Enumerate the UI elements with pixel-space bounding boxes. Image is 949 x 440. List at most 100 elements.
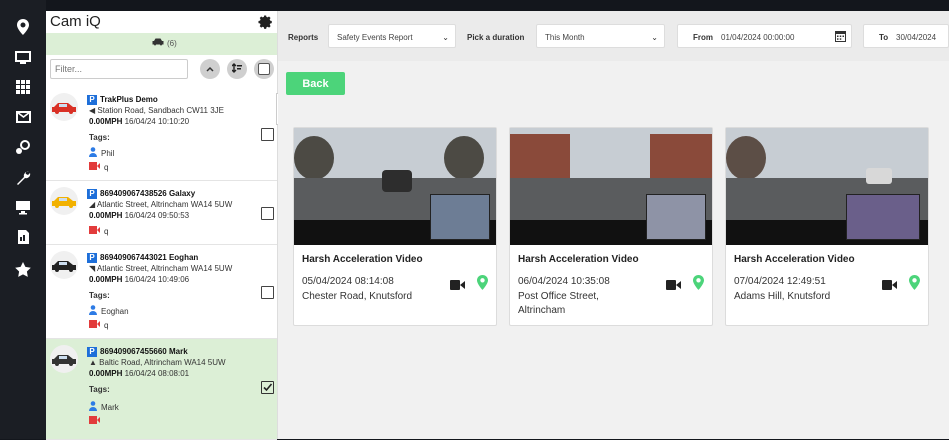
- vehicle-checkbox[interactable]: [261, 286, 274, 299]
- tag-video-text: q: [104, 162, 109, 172]
- card-location: Chester Road, Knutsford: [302, 291, 413, 302]
- vehicle-name: 869409067443021 Eoghan: [100, 253, 199, 262]
- speed-text: 0.00MPH: [89, 275, 123, 284]
- from-date-field[interactable]: From 01/04/2024 00:00:00: [677, 24, 852, 48]
- video-icon: [89, 162, 100, 172]
- tag-video: q: [89, 226, 108, 236]
- event-card[interactable]: Harsh Acceleration Video 06/04/2024 10:3…: [509, 127, 713, 326]
- video-thumbnail[interactable]: [510, 128, 712, 245]
- direction-arrow-icon: ◥: [89, 264, 96, 273]
- card-datetime: 07/04/2024 12:49:51: [734, 276, 826, 287]
- tags-label: Tags:: [89, 291, 110, 300]
- select-all-button[interactable]: [254, 59, 274, 79]
- monitor-icon[interactable]: [13, 48, 33, 68]
- vehicle-name: 869409067455660 Mark: [100, 347, 188, 356]
- wrench-icon[interactable]: [13, 167, 33, 187]
- thumb-trees: [444, 136, 484, 180]
- tag-user-text: Phil: [101, 148, 115, 158]
- to-date-field[interactable]: To 30/04/2024: [863, 24, 949, 48]
- vehicle-checkbox[interactable]: [261, 207, 274, 220]
- thumb-car: [382, 170, 412, 192]
- event-card[interactable]: Harsh Acceleration Video 05/04/2024 08:1…: [293, 127, 497, 326]
- user-icon: [89, 305, 97, 317]
- report-icon[interactable]: [13, 227, 33, 247]
- direction-arrow-icon: ◀: [89, 106, 96, 115]
- time-text: 16/04/24 10:10:20: [124, 117, 190, 126]
- vehicle-avatar: [50, 251, 78, 279]
- duration-select[interactable]: This Month ⌄: [536, 24, 665, 48]
- calendar-icon[interactable]: [835, 30, 846, 44]
- speed-text: 0.00MPH: [89, 211, 123, 220]
- mail-icon[interactable]: [13, 107, 33, 127]
- video-thumbnail[interactable]: [726, 128, 928, 245]
- tag-video: q: [89, 320, 108, 330]
- vehicle-list-item[interactable]: P 869409067443021 Eoghan ◥ Atlantic Stre…: [46, 245, 277, 339]
- video-camera-icon[interactable]: [450, 277, 465, 295]
- vehicle-address: ◢ Atlantic Street, Altrincham WA14 5UW: [89, 200, 232, 209]
- sort-icon: [231, 62, 242, 76]
- parking-badge: P: [87, 189, 97, 199]
- sort-button[interactable]: [227, 59, 247, 79]
- driver-cam-inset: [646, 194, 706, 240]
- vehicle-speed-time: 0.00MPH 16/04/24 10:49:06: [89, 275, 189, 284]
- video-icon: [89, 416, 100, 426]
- card-title: Harsh Acceleration Video: [518, 254, 639, 265]
- map-pin-icon[interactable]: [693, 275, 704, 295]
- thumb-building: [510, 134, 570, 184]
- reports-select[interactable]: Safety Events Report ⌄: [328, 24, 456, 48]
- vehicle-checkbox[interactable]: [261, 128, 274, 141]
- select-all-checkbox[interactable]: [258, 63, 270, 75]
- user-icon: [89, 401, 97, 413]
- star-icon[interactable]: [13, 259, 33, 279]
- address-text: Baltic Road, Altrincham WA14 5UW: [99, 358, 226, 367]
- parking-badge: P: [87, 347, 97, 357]
- main-content: Reports Safety Events Report ⌄ Pick a du…: [278, 11, 949, 439]
- time-text: 16/04/24 10:49:06: [124, 275, 190, 284]
- vehicle-avatar: [50, 187, 78, 215]
- event-card[interactable]: Harsh Acceleration Video 07/04/2024 12:4…: [725, 127, 929, 326]
- duration-select-value: This Month: [545, 33, 585, 42]
- card-datetime: 05/04/2024 08:14:08: [302, 276, 394, 287]
- parking-badge: P: [87, 95, 97, 105]
- filter-input[interactable]: [50, 59, 188, 79]
- vehicle-checkbox-checked[interactable]: [261, 381, 274, 394]
- time-text: 16/04/24 08:08:01: [124, 369, 190, 378]
- collapse-up-button[interactable]: [200, 59, 220, 79]
- direction-arrow-icon: ◢: [89, 200, 96, 209]
- map-pin-icon[interactable]: [909, 275, 920, 295]
- direction-arrow-icon: ▲: [89, 358, 97, 367]
- report-toolbar: Reports Safety Events Report ⌄ Pick a du…: [278, 11, 949, 61]
- video-camera-icon[interactable]: [882, 277, 897, 295]
- map-pin-icon[interactable]: [477, 275, 488, 295]
- card-datetime: 06/04/2024 10:35:08: [518, 276, 610, 287]
- tag-user-text: Mark: [101, 402, 119, 412]
- vehicle-list-item[interactable]: P 869409067438526 Galaxy ◢ Atlantic Stre…: [46, 181, 277, 245]
- tag-user: Eoghan: [89, 305, 129, 317]
- tags-label: Tags:: [89, 133, 110, 142]
- driver-cam-inset: [846, 194, 920, 240]
- card-title: Harsh Acceleration Video: [734, 254, 855, 265]
- vehicle-address: ▲ Baltic Road, Altrincham WA14 5UW: [89, 358, 226, 367]
- tag-video: q: [89, 162, 108, 172]
- tag-video-text: q: [104, 226, 109, 236]
- desktop-icon[interactable]: [13, 197, 33, 217]
- gear-icon[interactable]: [258, 15, 274, 31]
- video-thumbnail[interactable]: [294, 128, 496, 245]
- app-title: Cam iQ: [50, 13, 101, 30]
- location-pin-icon[interactable]: [13, 17, 33, 37]
- vehicle-list: P TrakPlus Demo ◀ Station Road, Sandbach…: [46, 87, 277, 440]
- vehicle-list-item[interactable]: P TrakPlus Demo ◀ Station Road, Sandbach…: [46, 87, 277, 181]
- thumb-car: [866, 168, 892, 184]
- vehicle-name: TrakPlus Demo: [100, 95, 158, 104]
- settings-cluster-icon[interactable]: [13, 137, 33, 157]
- vehicle-list-item-selected[interactable]: P 869409067455660 Mark ▲ Baltic Road, Al…: [46, 339, 277, 440]
- chevron-down-icon: ⌄: [651, 33, 658, 42]
- thumb-trees: [294, 136, 334, 180]
- back-button[interactable]: Back: [286, 72, 345, 95]
- to-value: 30/04/2024: [896, 33, 937, 42]
- vehicle-speed-time: 0.00MPH 16/04/24 09:50:53: [89, 211, 189, 220]
- grid-icon[interactable]: [13, 77, 33, 97]
- vehicle-panel: Cam iQ (6) Filter... P TrakPlus Demo ◀ S…: [46, 11, 278, 440]
- tag-user: Phil: [89, 147, 114, 159]
- video-camera-icon[interactable]: [666, 277, 681, 295]
